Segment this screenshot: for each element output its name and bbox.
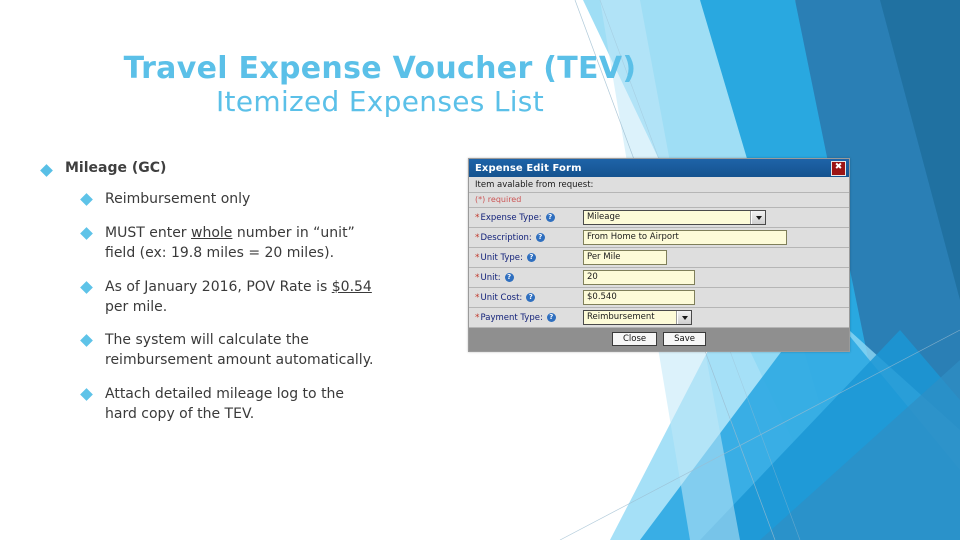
required-marker: *: [475, 252, 480, 263]
required-marker: *: [475, 312, 480, 323]
list-item: Attach detailed mileage log to the hard …: [34, 385, 454, 425]
diamond-bullet-icon: [80, 227, 93, 240]
field-row-expense-type: * Expense Type:? Mileage: [469, 208, 849, 228]
control-description: From Home to Airport: [583, 228, 849, 247]
chevron-down-icon[interactable]: [751, 211, 765, 224]
label-text: Expense Type:: [480, 212, 542, 223]
payment-type-value[interactable]: Reimbursement: [584, 311, 677, 324]
dialog-title: Expense Edit Form: [475, 162, 582, 174]
help-icon[interactable]: ?: [535, 233, 545, 242]
diamond-bullet-icon: [80, 334, 93, 348]
control-expense-type: Mileage: [583, 208, 849, 227]
help-icon[interactable]: ?: [546, 313, 556, 322]
label-unit-type: * Unit Type:?: [469, 251, 583, 265]
label-text: Unit:: [480, 272, 501, 283]
expense-type-dropdown[interactable]: Mileage: [583, 210, 766, 225]
bullet-text-pre: MUST enter: [105, 224, 192, 241]
bullet-text-post: per mile.: [105, 298, 168, 315]
dialog-footer: Close Save: [469, 328, 849, 351]
expense-type-value[interactable]: Mileage: [584, 211, 751, 224]
list-item: As of January 2016, POV Rate is $0.54 pe…: [34, 278, 454, 318]
control-payment-type: Reimbursement: [583, 308, 849, 327]
required-marker: *: [475, 212, 480, 223]
slide-canvas: Travel Expense Voucher (TEV) Itemized Ex…: [0, 0, 960, 540]
bullet-reimbursement-only: Reimbursement only: [105, 191, 251, 207]
label-text: Description:: [480, 232, 532, 243]
item-available-note: Item avalable from request:: [469, 177, 849, 193]
field-row-unit: * Unit:? 20: [469, 268, 849, 288]
diamond-bullet-icon: [80, 388, 93, 401]
field-row-payment-type: * Payment Type:? Reimbursement: [469, 308, 849, 328]
required-note: (*) required: [469, 193, 849, 208]
label-expense-type: * Expense Type:?: [469, 211, 583, 225]
title-line-2: Itemized Expenses List: [216, 84, 544, 118]
bullet-list: Mileage (GC) Reimbursement only MUST ent…: [34, 160, 454, 439]
help-icon[interactable]: ?: [526, 293, 536, 302]
title-line-1: Travel Expense Voucher (TEV): [123, 51, 637, 86]
control-unit-type: Per Mile: [583, 248, 849, 267]
field-row-description: * Description:? From Home to Airport: [469, 228, 849, 248]
bullet-attach-log: Attach detailed mileage log to the hard …: [105, 386, 345, 422]
page-title: Travel Expense Voucher (TEV) Itemized Ex…: [60, 52, 700, 117]
label-text: Unit Cost:: [480, 292, 523, 303]
unit-input[interactable]: 20: [583, 270, 695, 285]
diamond-bullet-icon: [40, 164, 53, 177]
unit-type-input[interactable]: Per Mile: [583, 250, 667, 265]
control-unit: 20: [583, 268, 849, 287]
required-marker: *: [475, 232, 480, 243]
label-text: Payment Type:: [480, 312, 543, 323]
description-input[interactable]: From Home to Airport: [583, 230, 787, 245]
diamond-bullet-icon: [80, 280, 93, 294]
save-button[interactable]: Save: [663, 332, 707, 346]
required-marker: *: [475, 292, 480, 303]
bullet-text-underlined: whole: [191, 224, 233, 241]
list-item: MUST enter whole number in “unit” field …: [34, 224, 454, 264]
close-button[interactable]: Close: [611, 332, 658, 346]
help-icon[interactable]: ?: [545, 213, 555, 222]
payment-type-dropdown[interactable]: Reimbursement: [583, 310, 692, 325]
label-payment-type: * Payment Type:?: [469, 311, 583, 325]
dialog-titlebar: Expense Edit Form ✖: [469, 159, 849, 177]
field-row-unit-type: * Unit Type:? Per Mile: [469, 248, 849, 268]
bullet-text-underlined: $0.54: [331, 278, 372, 295]
list-item: The system will calculate the reimbursem…: [34, 331, 454, 371]
list-item: Reimbursement only: [34, 190, 454, 210]
label-description: * Description:?: [469, 231, 583, 245]
required-marker: *: [475, 272, 480, 283]
field-row-unit-cost: * Unit Cost:? $0.540: [469, 288, 849, 308]
chevron-down-icon[interactable]: [677, 311, 691, 324]
bullet-whole-number: MUST enter whole number in “unit” field …: [105, 224, 375, 264]
help-icon[interactable]: ?: [504, 273, 514, 282]
bullet-text-pre: As of January 2016, POV Rate is: [105, 278, 332, 295]
help-icon[interactable]: ?: [526, 253, 536, 262]
bullet-auto-calculate: The system will calculate the reimbursem…: [105, 332, 374, 369]
bullet-pov-rate: As of January 2016, POV Rate is $0.54 pe…: [105, 278, 375, 318]
label-unit-cost: * Unit Cost:?: [469, 291, 583, 305]
control-unit-cost: $0.540: [583, 288, 849, 307]
label-unit: * Unit:?: [469, 271, 583, 285]
unit-cost-input[interactable]: $0.540: [583, 290, 695, 305]
close-icon[interactable]: ✖: [831, 160, 846, 176]
mileage-heading: Mileage (GC): [65, 160, 167, 176]
list-item-heading: Mileage (GC): [34, 160, 454, 177]
label-text: Unit Type:: [480, 252, 523, 263]
expense-edit-form-dialog: Expense Edit Form ✖ Item avalable from r…: [468, 158, 850, 352]
diamond-bullet-icon: [80, 193, 93, 206]
